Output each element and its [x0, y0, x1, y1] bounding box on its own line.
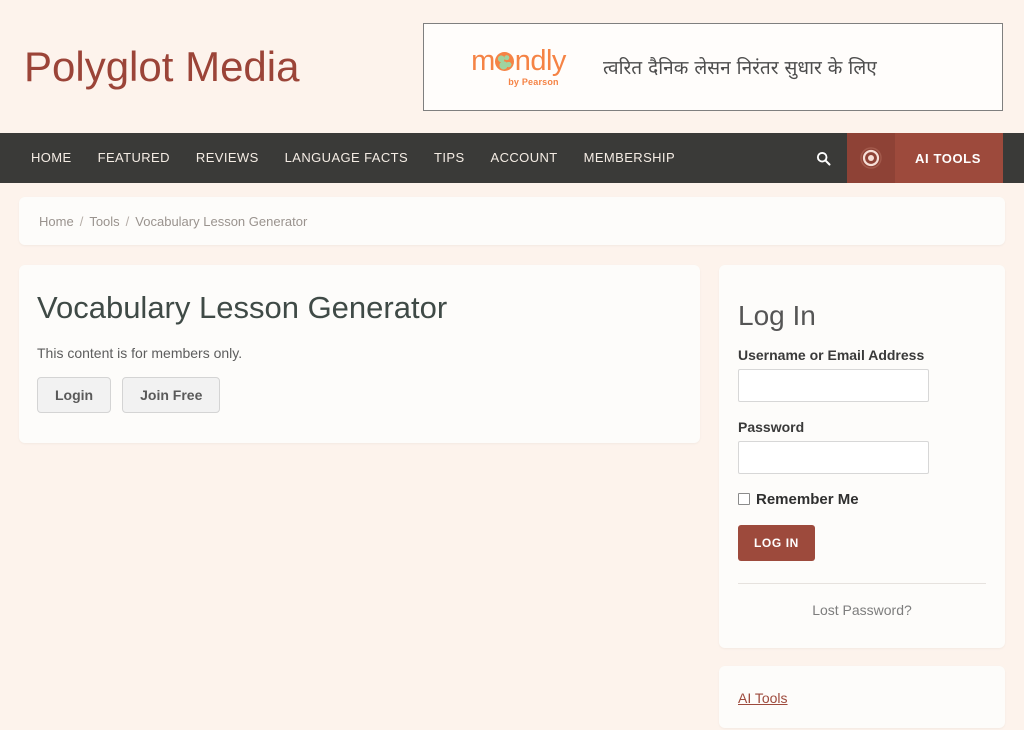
mondly-brand-prefix: m — [471, 45, 495, 77]
log-in-submit-button[interactable]: LOG IN — [738, 524, 815, 561]
lost-password-link[interactable]: Lost Password? — [738, 584, 986, 618]
password-label: Password — [738, 418, 805, 435]
nav-item-home[interactable]: HOME — [18, 133, 85, 183]
mondly-wordmark: m ndly — [471, 47, 566, 76]
advertisement-banner[interactable]: m ndly by Pearson त्वरित दैनिक लेसन निरंत… — [423, 23, 1003, 111]
nav-item-tips[interactable]: TIPS — [421, 133, 478, 183]
login-button[interactable]: Login — [37, 377, 112, 414]
mondly-logo: m ndly by Pearson — [424, 47, 599, 88]
target-ring-icon[interactable] — [847, 133, 896, 183]
breadcrumb-separator: / — [125, 213, 130, 229]
nav-item-featured[interactable]: FEATURED — [85, 133, 183, 183]
mondly-brand-suffix: ndly — [514, 45, 567, 77]
ai-tools-widget: AI Tools — [719, 665, 1005, 728]
nav-item-membership[interactable]: MEMBERSHIP — [571, 133, 688, 183]
breadcrumb-item-home[interactable]: Home — [39, 214, 74, 229]
content-columns: Vocabulary Lesson Generator This content… — [19, 265, 1005, 728]
breadcrumb: Home / Tools / Vocabulary Lesson Generat… — [19, 197, 1005, 245]
globe-icon — [495, 52, 515, 71]
mondly-byline: by Pearson — [508, 77, 559, 87]
breadcrumb-separator: / — [79, 213, 84, 229]
page-body: Home / Tools / Vocabulary Lesson Generat… — [0, 183, 1024, 728]
username-label: Username or Email Address — [738, 346, 925, 363]
masthead: Polyglot Media m ndly by Pearson त्वरित द… — [0, 0, 1024, 133]
members-only-message: This content is for members only. — [37, 345, 243, 362]
page-title: Vocabulary Lesson Generator — [37, 290, 448, 325]
nav-tail-filler — [1003, 133, 1024, 183]
content-card: Vocabulary Lesson Generator This content… — [19, 265, 700, 443]
nav-item-account[interactable]: ACCOUNT — [478, 133, 571, 183]
site-title[interactable]: Polyglot Media — [24, 45, 299, 88]
nav-item-language-facts[interactable]: LANGUAGE FACTS — [272, 133, 421, 183]
nav-links: HOME FEATURED REVIEWS LANGUAGE FACTS TIP… — [0, 133, 799, 183]
login-widget: Log In Username or Email Address Passwor… — [719, 265, 1005, 648]
breadcrumb-item-tools[interactable]: Tools — [89, 214, 119, 229]
nav-item-reviews[interactable]: REVIEWS — [183, 133, 272, 183]
username-input[interactable] — [738, 368, 929, 402]
membership-actions: Login Join Free — [37, 377, 682, 414]
nav-right-group: AI TOOLS — [799, 133, 1003, 183]
primary-navigation: HOME FEATURED REVIEWS LANGUAGE FACTS TIP… — [0, 133, 1024, 183]
join-free-button[interactable]: Join Free — [122, 377, 221, 414]
remember-me-checkbox[interactable] — [738, 493, 750, 506]
search-icon[interactable] — [799, 133, 847, 183]
main-column: Vocabulary Lesson Generator This content… — [19, 265, 700, 443]
remember-me-row: Remember Me — [738, 491, 986, 508]
remember-me-label[interactable]: Remember Me — [756, 491, 859, 508]
login-widget-title: Log In — [738, 300, 816, 331]
sidebar-column: Log In Username or Email Address Passwor… — [719, 265, 1005, 728]
advertisement-tagline: त्वरित दैनिक लेसन निरंतर सुधार के लिए — [603, 57, 877, 79]
breadcrumb-item-current: Vocabulary Lesson Generator — [135, 213, 308, 229]
password-input[interactable] — [738, 440, 929, 474]
ai-tools-widget-link[interactable]: AI Tools — [738, 690, 788, 706]
nav-item-ai-tools[interactable]: AI TOOLS — [895, 133, 1003, 183]
